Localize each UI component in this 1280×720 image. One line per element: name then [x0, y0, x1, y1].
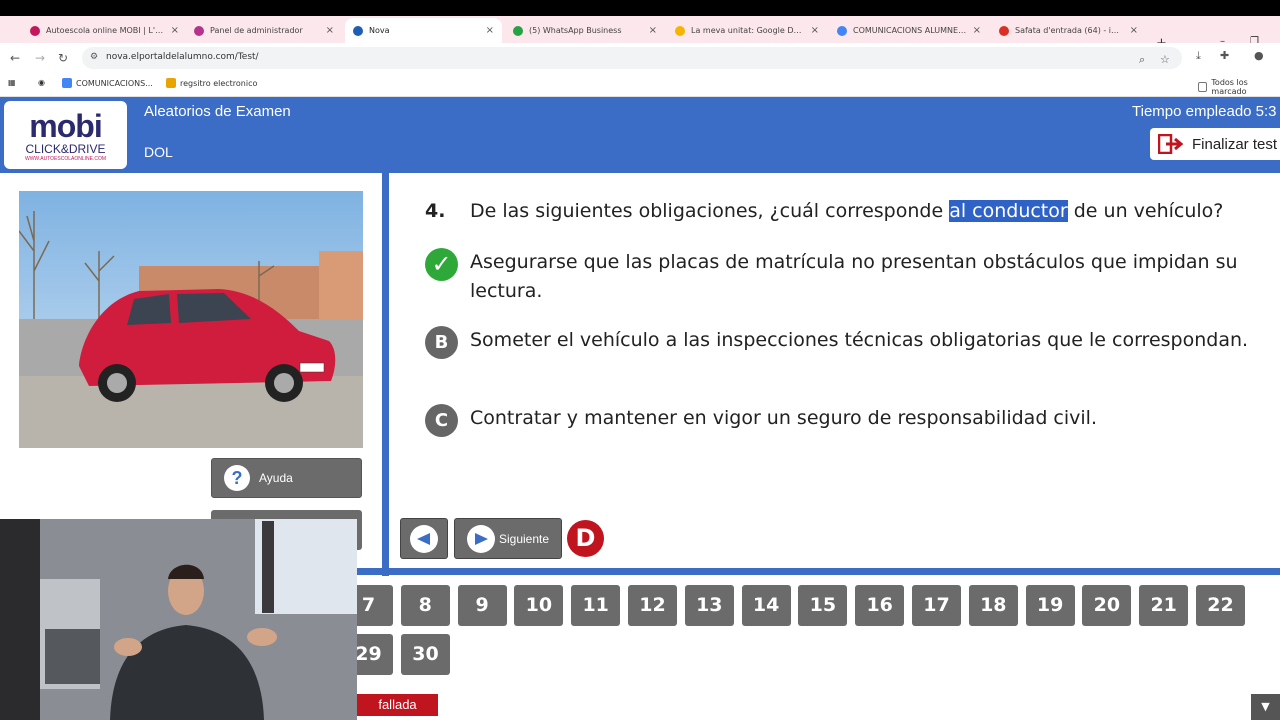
bookmarks-bar: ▦ ◉ COMUNICACIONS... regsitro electronic…: [0, 73, 1280, 97]
question-number-button[interactable]: 17: [912, 585, 961, 626]
reload-icon[interactable]: ↻: [58, 51, 68, 65]
tab-favicon-icon: [675, 25, 685, 36]
folder-icon: [166, 78, 176, 88]
question-number-button[interactable]: 19: [1025, 585, 1075, 626]
question-text: De las siguientes obligaciones, ¿cuál co…: [470, 200, 1224, 222]
finish-test-button[interactable]: Finalizar test: [1150, 128, 1280, 160]
browser-tab[interactable]: Safata d'entrada (64) - info@a×: [991, 18, 1146, 43]
bookmark-comunicacions[interactable]: COMUNICACIONS...: [62, 78, 153, 88]
close-icon[interactable]: ×: [171, 25, 179, 36]
browser-tab[interactable]: Nova ×: [345, 18, 502, 43]
scroll-down-icon[interactable]: ▼: [1251, 694, 1280, 720]
tab-strip: ⌄ Autoescola online MOBI | L'aut×Panel d…: [0, 16, 1280, 51]
question-number-button[interactable]: 30: [401, 634, 450, 675]
question-number-button[interactable]: 14: [741, 585, 791, 626]
question-number-button[interactable]: 21: [1139, 585, 1189, 626]
tab-favicon-icon: [353, 25, 363, 36]
question-number-button[interactable]: 12: [628, 585, 677, 626]
option-c-badge: C: [425, 404, 458, 437]
help-icon: ?: [224, 465, 250, 491]
next-button[interactable]: Siguiente: [454, 518, 562, 559]
bookmark-star-icon[interactable]: ☆: [1160, 53, 1170, 66]
question-number-button[interactable]: 8: [400, 585, 450, 626]
section-divider: [357, 568, 1280, 575]
left-panel: ? Ayuda: [0, 173, 382, 570]
selected-text: al conductor: [949, 200, 1068, 222]
forward-icon[interactable]: →: [35, 51, 45, 65]
close-icon[interactable]: ×: [811, 25, 819, 36]
question-number-button[interactable]: 22: [1196, 585, 1245, 626]
folder-icon: [1198, 82, 1208, 92]
back-icon[interactable]: ←: [10, 51, 20, 65]
arrow-left-icon: [410, 525, 438, 553]
app-header: mobi CLICK&DRIVE WWW.AUTOESCOLAONLINE.CO…: [0, 97, 1280, 173]
question-number-button[interactable]: 13: [684, 585, 734, 626]
close-icon[interactable]: ×: [326, 25, 334, 36]
webcam-overlay: [0, 519, 357, 720]
downloads-icon[interactable]: ⤓: [1196, 49, 1201, 63]
apps-icon[interactable]: ▦: [8, 78, 16, 87]
panel-divider: [382, 173, 389, 576]
correct-check-icon: ✓: [425, 248, 458, 281]
tab-favicon-icon: [513, 25, 523, 36]
elapsed-time: Tiempo empleado 5:3: [1132, 103, 1277, 120]
d-badge: D: [567, 520, 604, 557]
legend-failed: fallada: [357, 694, 438, 716]
tab-favicon-icon: [999, 25, 1009, 36]
close-icon[interactable]: ×: [486, 25, 494, 36]
page-title: Aleatorios de Examen: [144, 103, 291, 120]
tab-favicon-icon: [30, 25, 40, 36]
browser-tab[interactable]: La meva unitat: Google Drive ×: [667, 18, 827, 43]
answer-option-a[interactable]: ✓ Asegurarse que las placas de matrícula…: [425, 248, 1280, 306]
close-icon[interactable]: ×: [973, 25, 981, 36]
question-number-button[interactable]: 10: [514, 585, 564, 626]
answer-option-c[interactable]: C Contratar y mantener en vigor un segur…: [425, 404, 1280, 437]
doc-icon: [62, 78, 72, 88]
profile-icon[interactable]: ●: [1254, 49, 1264, 62]
browser-tab[interactable]: COMUNICACIONS ALUMNES - ×: [829, 18, 989, 43]
arrow-right-icon: [467, 524, 495, 553]
browser-tab[interactable]: Autoescola online MOBI | L'aut ×: [22, 18, 187, 43]
close-icon[interactable]: ×: [1130, 25, 1138, 36]
globe-icon[interactable]: ◉: [38, 78, 45, 87]
question-number-button[interactable]: 16: [855, 585, 905, 626]
question-number-button[interactable]: 15: [798, 585, 848, 626]
bookmark-registro[interactable]: regsitro electronico: [166, 78, 257, 88]
question-number-button[interactable]: 20: [1082, 585, 1132, 626]
answer-option-b[interactable]: B Someter el vehículo a las inspecciones…: [425, 326, 1280, 359]
question-number-button[interactable]: 9: [457, 585, 507, 626]
address-row: ← → ↻ ⚙ nova.elportaldelalumno.com/Test/…: [0, 43, 1280, 73]
all-bookmarks[interactable]: Todos los marcado: [1198, 78, 1280, 96]
exit-icon: [1157, 133, 1184, 155]
extensions-icon[interactable]: ✚: [1220, 49, 1229, 62]
tab-favicon-icon: [194, 25, 204, 36]
mobi-logo[interactable]: mobi CLICK&DRIVE WWW.AUTOESCOLAONLINE.CO…: [4, 101, 127, 169]
question-number-button[interactable]: 18: [968, 585, 1018, 626]
question-image: [19, 191, 363, 448]
browser-tab[interactable]: Panel de administrador ×: [186, 18, 342, 43]
page-subtitle: DOL: [144, 144, 173, 160]
tab-favicon-icon: [837, 25, 847, 36]
site-info-icon[interactable]: ⚙: [90, 52, 98, 62]
address-bar[interactable]: ⚙ nova.elportaldelalumno.com/Test/ ⌕ ☆: [82, 47, 1182, 69]
help-button[interactable]: ? Ayuda: [211, 458, 362, 498]
question-number: 4.: [425, 200, 446, 222]
previous-button[interactable]: [400, 518, 448, 559]
close-icon[interactable]: ×: [649, 25, 657, 36]
question-number-button[interactable]: 11: [571, 585, 621, 626]
zoom-icon[interactable]: ⌕: [1139, 53, 1145, 67]
option-b-badge: B: [425, 326, 458, 359]
browser-tab[interactable]: (5) WhatsApp Business ×: [505, 18, 665, 43]
url-text: nova.elportaldelalumno.com/Test/: [106, 52, 259, 62]
screen-top-bar: [0, 0, 1280, 16]
